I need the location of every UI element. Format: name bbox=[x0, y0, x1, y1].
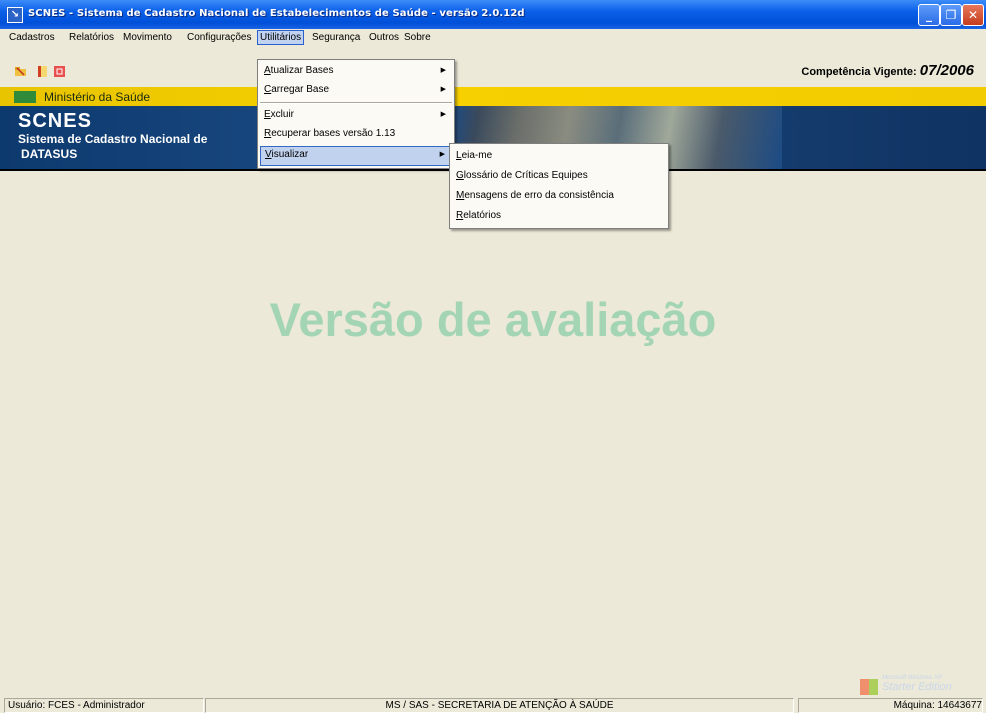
status-maquina: Máquina: 14643677 bbox=[798, 698, 983, 713]
submenu-arrow-icon: ▶ bbox=[440, 111, 446, 118]
submenu-item-leia-me[interactable]: Leia-me bbox=[452, 147, 666, 165]
utilitarios-dropdown: Atualizar Bases ▶ Carregar Base ▶ Exclui… bbox=[257, 59, 455, 169]
exit-icon[interactable] bbox=[54, 66, 65, 77]
minimize-button[interactable]: _ bbox=[918, 4, 940, 26]
menu-movimento[interactable]: Movimento bbox=[123, 32, 172, 43]
edition-text: Microsoft Windows XP Starter Edition bbox=[882, 675, 952, 693]
menu-item-visualizar[interactable]: Visualizar ▶ bbox=[260, 146, 452, 166]
sistema-subtitle: Sistema de Cadastro Nacional de bbox=[18, 132, 208, 146]
status-usuario: Usuário: FCES - Administrador bbox=[4, 698, 204, 713]
submenu-arrow-icon: ▶ bbox=[440, 67, 446, 74]
close-button[interactable]: ✕ bbox=[962, 4, 984, 26]
competencia-label: Competência Vigente: bbox=[801, 66, 917, 78]
menu-item-excluir[interactable]: Excluir ▶ bbox=[260, 106, 452, 124]
menu-item-recuperar-bases[interactable]: Recuperar bases versão 1.13 bbox=[260, 125, 452, 143]
menu-configuracoes[interactable]: Configurações bbox=[187, 32, 251, 43]
windows-starter-edition-logo: Microsoft Windows XP Starter Edition bbox=[860, 675, 980, 697]
submenu-arrow-icon: ▶ bbox=[440, 86, 446, 93]
menu-cadastros[interactable]: Cadastros bbox=[9, 32, 55, 43]
menu-seguranca[interactable]: Segurança bbox=[312, 32, 360, 43]
menu-outros[interactable]: Outros bbox=[369, 32, 399, 43]
menu-item-atualizar-bases[interactable]: Atualizar Bases ▶ bbox=[260, 62, 452, 80]
brazil-flag-icon bbox=[14, 91, 36, 103]
app-icon[interactable]: ↘ bbox=[7, 7, 23, 23]
submenu-item-glossario[interactable]: Glossário de Críticas Equipes bbox=[452, 167, 666, 185]
maximize-button[interactable]: ❐ bbox=[940, 4, 962, 26]
folder-icon[interactable] bbox=[15, 66, 26, 77]
submenu-arrow-icon: ▶ bbox=[439, 151, 445, 158]
menu-bar: Cadastros Relatórios Movimento Configura… bbox=[0, 29, 986, 48]
menu-sobre[interactable]: Sobre bbox=[404, 32, 431, 43]
submenu-item-mensagens-erro[interactable]: Mensagens de erro da consistência bbox=[452, 187, 666, 205]
status-secretaria: MS / SAS - SECRETARIA DE ATENÇÃO À SAÚDE bbox=[205, 698, 794, 713]
windows-logo-icon bbox=[860, 679, 878, 695]
menu-separator bbox=[260, 102, 452, 104]
report-icon[interactable] bbox=[37, 66, 48, 77]
menu-utilitarios[interactable]: Utilitários bbox=[257, 30, 305, 45]
evaluation-watermark: Versão de avaliação bbox=[269, 293, 717, 346]
menu-relatorios[interactable]: Relatórios bbox=[69, 32, 114, 43]
scnes-title: SCNES bbox=[18, 110, 92, 132]
datasus-label: DATASUS bbox=[21, 147, 78, 161]
submenu-item-relatorios[interactable]: Relatórios bbox=[452, 207, 666, 225]
competencia-vigente: Competência Vigente: 07/2006 bbox=[801, 62, 974, 79]
visualizar-submenu: Leia-me Glossário de Críticas Equipes Me… bbox=[449, 143, 669, 229]
window-title: SCNES - Sistema de Cadastro Nacional de … bbox=[28, 8, 525, 19]
ministerio-label: Ministério da Saúde bbox=[44, 90, 151, 104]
competencia-value: 07/2006 bbox=[919, 62, 974, 79]
title-bar[interactable]: ↘ SCNES - Sistema de Cadastro Nacional d… bbox=[0, 0, 986, 29]
menu-item-carregar-base[interactable]: Carregar Base ▶ bbox=[260, 81, 452, 99]
